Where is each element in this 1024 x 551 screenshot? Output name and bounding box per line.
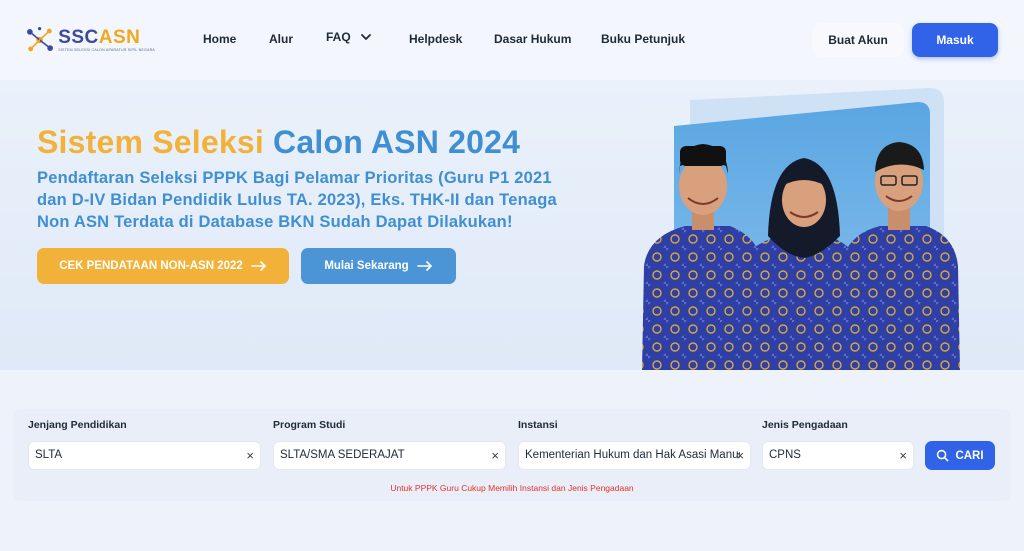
pengadaan-clear-icon[interactable]: × xyxy=(899,448,907,464)
cari-button[interactable]: CARI xyxy=(925,441,995,470)
logo-word-asn: ASN xyxy=(98,27,141,48)
jenjang-label: Jenjang Pendidikan xyxy=(28,419,127,431)
masuk-button[interactable]: Masuk xyxy=(912,23,998,57)
prodi-label: Program Studi xyxy=(273,419,346,431)
arrow-right-icon xyxy=(250,261,266,271)
top-navbar: SSCASN SISTEM SELEKSI CALON APARATUR SIP… xyxy=(0,0,1024,80)
instansi-clear-icon[interactable]: × xyxy=(736,448,744,464)
instansi-label: Instansi xyxy=(518,419,558,431)
mulai-sekarang-button[interactable]: Mulai Sekarang xyxy=(301,248,456,284)
pengadaan-value: CPNS xyxy=(769,449,801,461)
nav-dasar-hukum[interactable]: Dasar Hukum xyxy=(494,32,571,46)
chevron-down-icon xyxy=(360,34,371,40)
pengadaan-label: Jenis Pengadaan xyxy=(762,419,848,431)
prodi-clear-icon[interactable]: × xyxy=(491,448,499,464)
logo-mark-icon xyxy=(27,27,53,52)
cari-label: CARI xyxy=(955,449,984,462)
cek-pendataan-label: CEK PENDATAAN NON-ASN 2022 xyxy=(59,260,243,272)
hero-title-part2: Calon ASN 2024 xyxy=(273,124,521,160)
nav-alur[interactable]: Alur xyxy=(269,32,293,46)
nav-helpdesk[interactable]: Helpdesk xyxy=(409,32,462,46)
jenjang-clear-icon[interactable]: × xyxy=(246,448,254,464)
nav-home[interactable]: Home xyxy=(203,32,236,46)
hero-title: Sistem Seleksi Calon ASN 2024 xyxy=(37,124,520,161)
buat-akun-button[interactable]: Buat Akun xyxy=(812,23,904,57)
search-note: Untuk PPPK Guru Cukup Memilih Instansi d… xyxy=(390,483,634,493)
nav-faq[interactable]: FAQ xyxy=(326,30,373,44)
nav-faq-label: FAQ xyxy=(326,30,351,44)
hero-title-part1: Sistem Seleksi xyxy=(37,124,264,160)
instansi-value: Kementerian Hukum dan Hak Asasi Manus xyxy=(525,449,740,461)
logo-wordmark: SSCASN xyxy=(58,28,155,47)
mulai-sekarang-label: Mulai Sekarang xyxy=(324,260,409,272)
jenjang-select[interactable]: SLTA × xyxy=(28,441,261,470)
hero-subtitle: Pendaftaran Seleksi PPPK Bagi Pelamar Pr… xyxy=(37,169,557,231)
instansi-select[interactable]: Kementerian Hukum dan Hak Asasi Manus × xyxy=(518,441,751,470)
ssc-asn-logo[interactable]: SSCASN SISTEM SELEKSI CALON APARATUR SIP… xyxy=(25,20,155,60)
hero-section: Sistem Seleksi Calon ASN 2024 Pendaftara… xyxy=(0,80,1024,370)
prodi-select[interactable]: SLTA/SMA SEDERAJAT × xyxy=(273,441,506,470)
nav-buku-petunjuk[interactable]: Buku Petunjuk xyxy=(601,32,685,46)
logo-word-ssc: SSC xyxy=(58,27,99,48)
cek-pendataan-button[interactable]: CEK PENDATAAN NON-ASN 2022 xyxy=(37,248,289,284)
logo-tagline: SISTEM SELEKSI CALON APARATUR SIPIL NEGA… xyxy=(58,48,155,52)
jenjang-value: SLTA xyxy=(35,449,63,461)
arrow-right-icon xyxy=(416,261,432,271)
search-icon xyxy=(937,449,949,462)
pengadaan-select[interactable]: CPNS × xyxy=(762,441,914,470)
logo-text: SSCASN SISTEM SELEKSI CALON APARATUR SIP… xyxy=(58,28,155,52)
prodi-value: SLTA/SMA SEDERAJAT xyxy=(280,449,405,461)
hero-illustration xyxy=(642,88,960,370)
